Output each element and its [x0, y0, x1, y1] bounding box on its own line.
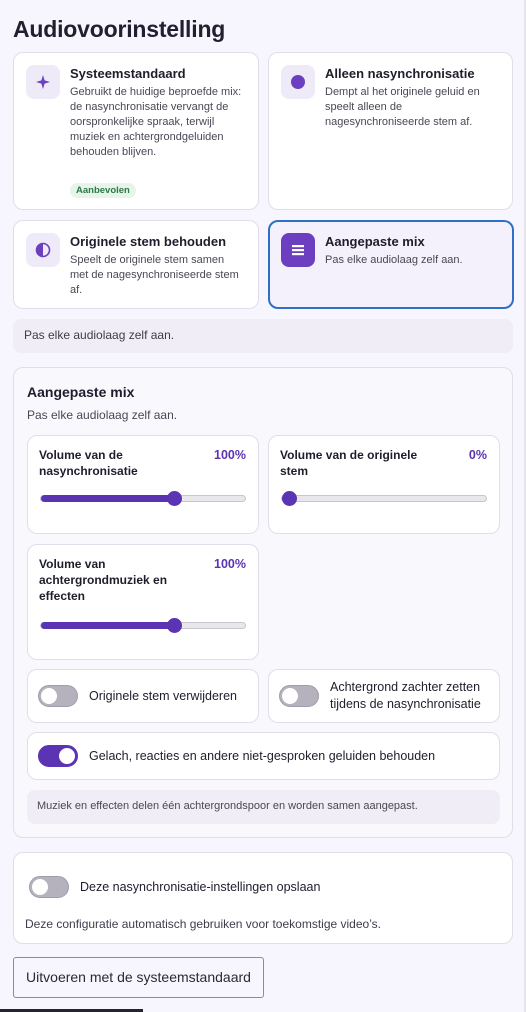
keep-nonspeech-toggle[interactable] — [38, 745, 78, 767]
original-voice-volume-slider[interactable] — [281, 491, 487, 506]
duck-background-row[interactable]: Achtergrond zachter zetten tijdens de na… — [268, 669, 500, 723]
slider-label: Volume van de originele stem — [280, 448, 418, 478]
slider-fill — [41, 622, 174, 629]
custom-mix-panel: Aangepaste mix Pas elke audiolaag zelf a… — [13, 367, 513, 838]
option-title: Systeemstandaard — [70, 66, 186, 81]
slider-value: 0% — [468, 448, 487, 462]
sparkle-icon — [26, 65, 60, 99]
remove-original-voice-row[interactable]: Originele stem verwijderen — [27, 669, 259, 723]
slider-thumb[interactable] — [166, 491, 182, 506]
custom-mix-subtitle: Pas elke audiolaag zelf aan. — [27, 408, 178, 422]
option-title: Aangepaste mix — [325, 234, 425, 249]
page-title: Audiovoorinstelling — [13, 16, 226, 42]
option-dub-only[interactable]: Alleen nasynchronisatie Dempt al het ori… — [268, 52, 513, 210]
toggle-knob — [59, 748, 75, 764]
option-custom-mix[interactable]: Aangepaste mix Pas elke audiolaag zelf a… — [268, 220, 514, 309]
original-voice-volume-card: Volume van de originele stem 0% — [268, 435, 500, 534]
custom-mix-title: Aangepaste mix — [27, 384, 135, 400]
slider-label: Volume van de nasynchronisatie — [39, 448, 138, 478]
option-description: Dempt al het originele geluid en speelt … — [325, 86, 480, 128]
background-volume-slider[interactable] — [40, 618, 246, 633]
toggle-knob — [32, 879, 48, 895]
background-track-note: Muziek en effecten delen één achtergrond… — [27, 790, 500, 824]
save-settings-description: Deze configuratie automatisch gebruiken … — [25, 917, 381, 931]
slider-label: Volume van achtergrondmuziek en effecten — [39, 557, 168, 603]
slider-fill — [41, 495, 174, 502]
circle-icon — [281, 65, 315, 99]
option-title: Alleen nasynchronisatie — [325, 66, 475, 81]
slider-value: 100% — [214, 448, 246, 462]
toggle-label: Gelach, reacties en andere niet-gesproke… — [89, 749, 436, 763]
save-settings-label: Deze nasynchronisatie-instellingen opsla… — [80, 880, 321, 894]
dub-volume-slider[interactable] — [40, 491, 246, 506]
toggle-label: Achtergrond zachter zetten tijdens de na… — [330, 680, 481, 711]
option-description: Gebruikt de huidige beproefde mix: de na… — [70, 86, 242, 158]
option-title: Originele stem behouden — [70, 234, 227, 249]
selected-option-info: Pas elke audiolaag zelf aan. — [13, 319, 513, 353]
duck-background-toggle[interactable] — [279, 685, 319, 707]
option-system-default[interactable]: Systeemstandaard Gebruikt de huidige bep… — [13, 52, 259, 210]
slider-thumb[interactable] — [166, 618, 182, 633]
selected-option-info-text: Pas elke audiolaag zelf aan. — [24, 328, 175, 342]
slider-value: 100% — [214, 557, 246, 571]
toggle-knob — [282, 688, 298, 704]
background-volume-card: Volume van achtergrondmuziek en effecten… — [27, 544, 259, 660]
option-keep-original-voice[interactable]: Originele stem behouden Speelt de origin… — [13, 220, 259, 309]
save-settings-toggle[interactable] — [29, 876, 69, 898]
slider-thumb[interactable] — [282, 491, 297, 506]
remove-original-voice-toggle[interactable] — [38, 685, 78, 707]
save-settings-panel: Deze nasynchronisatie-instellingen opsla… — [13, 852, 513, 944]
toggle-label: Originele stem verwijderen — [89, 689, 237, 703]
recommended-badge: Aanbevolen — [70, 183, 136, 198]
half-circle-icon — [26, 233, 60, 267]
run-with-default-button[interactable]: Uitvoeren met de systeemstandaard — [13, 957, 264, 998]
keep-nonspeech-row[interactable]: Gelach, reacties en andere niet-gesproke… — [27, 732, 500, 780]
layers-icon — [281, 233, 315, 267]
note-text: Muziek en effecten delen één achtergrond… — [37, 800, 418, 812]
dub-volume-card: Volume van de nasynchronisatie 100% — [27, 435, 259, 534]
option-description: Pas elke audiolaag zelf aan. — [325, 254, 463, 266]
toggle-knob — [41, 688, 57, 704]
option-description: Speelt de originele stem samen met de na… — [70, 254, 239, 296]
